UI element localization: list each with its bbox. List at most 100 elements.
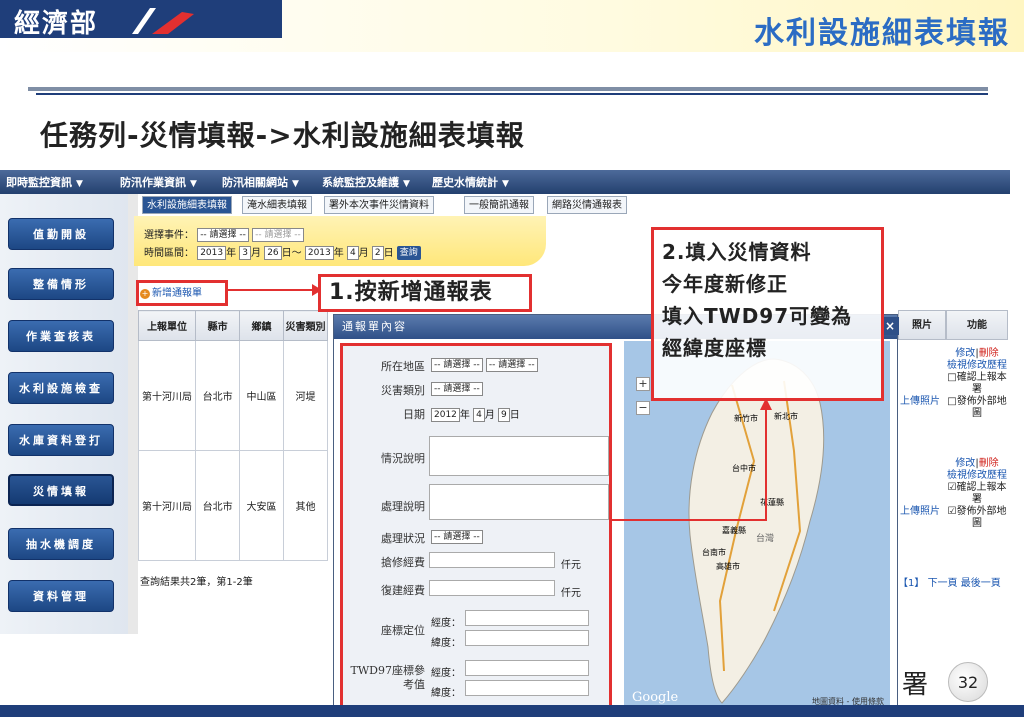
topnav-item[interactable]: 防汛相關網站 ▼ [222,174,299,190]
tab[interactable]: 署外本次事件災情資料 [324,196,434,214]
tab[interactable]: 網路災情通報表 [547,196,627,214]
twd97-lng-input[interactable] [465,660,589,676]
map-place-label: 高雄市 [716,562,740,571]
query-button[interactable]: 查詢 [396,246,421,260]
chevron-down-icon: ▼ [190,179,197,189]
date-range-filter: 時間區間： 2013 年 3月 26 日～ 2013 年 4月 2日 查詢 [144,244,421,260]
handling-textarea[interactable] [429,484,609,520]
year-select[interactable]: 2012 [431,408,460,422]
delete-link[interactable]: 刪除 [979,348,999,359]
sidebar-item[interactable]: 整備情形 [8,268,114,300]
status-select[interactable]: -- 請選擇 -- [431,530,483,544]
sidebar-item[interactable]: 值勤開設 [8,218,114,250]
lng-input[interactable] [465,610,589,626]
confirm-checkbox[interactable]: ☑確認上報本署 [948,482,1007,505]
zoom-in-button[interactable]: + [636,377,650,391]
event-select[interactable]: -- 請選擇 -- [197,228,249,242]
slide-footer-text: 署 [902,670,929,700]
lng-label: 經度： [431,618,461,629]
upload-photo-link[interactable]: 上傳照片 [900,392,940,407]
google-logo: Google [632,690,679,705]
field-label: 座標定位 [381,624,425,637]
year-select[interactable]: 2013 [197,246,227,260]
twd97-lat-label: 緯度： [431,688,461,699]
slide-title: 水利設施細表填報 [754,16,1010,51]
table-cell: 河堤 [283,340,328,451]
sidebar-item-active[interactable]: 災情填報 [8,474,114,506]
top-nav: 即時監控資訊 ▼ 防汛作業資訊 ▼ 防汛相關網站 ▼ 系統監控及維護 ▼ 歷史水情統計 ▼ [0,170,1010,194]
topnav-item[interactable]: 防汛作業資訊 ▼ [120,174,197,190]
table-cell: 台北市 [195,340,241,451]
map-place-label: 嘉義縣 [722,526,746,535]
publish-checkbox[interactable]: □發佈外部地圖 [947,396,1006,419]
sidebar-item[interactable]: 作業查核表 [8,320,114,352]
month-select[interactable]: 4 [346,246,359,260]
month-select[interactable]: 4 [473,408,485,422]
slide-header: 經濟部 水利設施細表填報 [0,0,1024,52]
sidebar-item[interactable]: 抽水機調度 [8,528,114,560]
history-link[interactable]: 檢視修改歷程 [947,470,1007,481]
field-label: 災害類別 [381,384,425,397]
year-select[interactable]: 2013 [304,246,334,260]
day-select[interactable]: 9 [498,408,510,422]
callout-line: 填入TWD97可變為經緯度座標 [662,304,853,360]
divider [36,93,988,95]
table-cell: 第十河川局 [137,340,197,451]
event-sub-select[interactable]: -- 請選擇 -- [252,228,304,242]
report-table: 上報單位 縣市 鄉鎮 災害類別 第十河川局 台北市 中山區 河堤 第十河川局 台… [137,310,328,561]
topnav-item[interactable]: 系統監控及維護 ▼ [322,174,410,190]
pager: 【1】 下一頁 最後一頁 [898,578,1001,589]
town-select[interactable]: -- 請選擇 -- [485,358,538,372]
next-page-link[interactable]: 下一頁 [928,578,958,589]
sidebar-item[interactable]: 資料管理 [8,580,114,612]
map-place-label: 台南市 [702,548,726,557]
result-summary: 查詢結果共2筆，第1-2筆 [140,577,253,588]
divider [28,87,988,91]
callout-line: 今年度新修正 [662,272,788,296]
day-select[interactable]: 2 [371,246,384,260]
logo-text: 經濟部 [14,9,99,39]
table-cell: 其他 [283,450,328,561]
edit-link[interactable]: 修改 [955,348,975,359]
page-number: 32 [948,662,988,702]
topnav-item[interactable]: 歷史水情統計 ▼ [432,174,509,190]
day-select[interactable]: 26 [264,246,282,260]
month-select[interactable]: 3 [239,246,252,260]
repair-cost-input[interactable] [429,552,555,568]
chevron-down-icon: ▼ [502,179,509,189]
field-label: 所在地區 [381,360,425,373]
situation-textarea[interactable] [429,436,609,476]
last-page-link[interactable]: 最後一頁 [961,578,1001,589]
lat-input[interactable] [465,630,589,646]
step1-callout: 1.按新增通報表 [318,274,532,312]
edit-link[interactable]: 修改 [955,458,975,469]
region-selects: -- 請選擇 -- -- 請選擇 -- [431,358,538,372]
confirm-checkbox[interactable]: □確認上報本署 [947,372,1006,395]
tab[interactable]: 水利設施細表填報 [142,196,232,214]
report-form: 所在地區 -- 請選擇 -- -- 請選擇 -- 災害類別 -- 請選擇 -- … [340,343,612,708]
sidebar-item[interactable]: 水庫資料登打 [8,424,114,456]
history-link[interactable]: 檢視修改歷程 [947,360,1007,371]
column-header: 功能 [946,310,1008,340]
arrow-right-icon [226,284,322,296]
county-select[interactable]: -- 請選擇 -- [431,358,483,372]
rebuild-cost-input[interactable] [429,580,555,596]
twd97-lat-input[interactable] [465,680,589,696]
disaster-type-select[interactable]: -- 請選擇 -- [431,382,483,396]
tab[interactable]: 淹水細表填報 [242,196,312,214]
footer-bar [0,705,1024,717]
column-header: 鄉鎮 [239,310,285,341]
filter-panel: 選擇事件： -- 請選擇 -- -- 請選擇 -- 時間區間： 2013 年 3月… [134,216,546,266]
upload-photo-link[interactable]: 上傳照片 [900,502,940,517]
topnav-item[interactable]: 即時監控資訊 ▼ [6,174,83,190]
tab[interactable]: 一般簡訊通報 [464,196,534,214]
page-number[interactable]: 1 [908,578,914,589]
field-label: 日期 [403,408,425,421]
field-label: 復建經費 [381,584,425,597]
delete-link[interactable]: 刪除 [979,458,999,469]
connector-arrow [612,398,772,521]
publish-checkbox[interactable]: ☑發佈外部地圖 [948,506,1007,529]
sidebar-item[interactable]: 水利設施檢查 [8,372,114,404]
event-filter: 選擇事件： -- 請選擇 -- -- 請選擇 -- [144,226,304,242]
field-label: 搶修經費 [381,556,425,569]
